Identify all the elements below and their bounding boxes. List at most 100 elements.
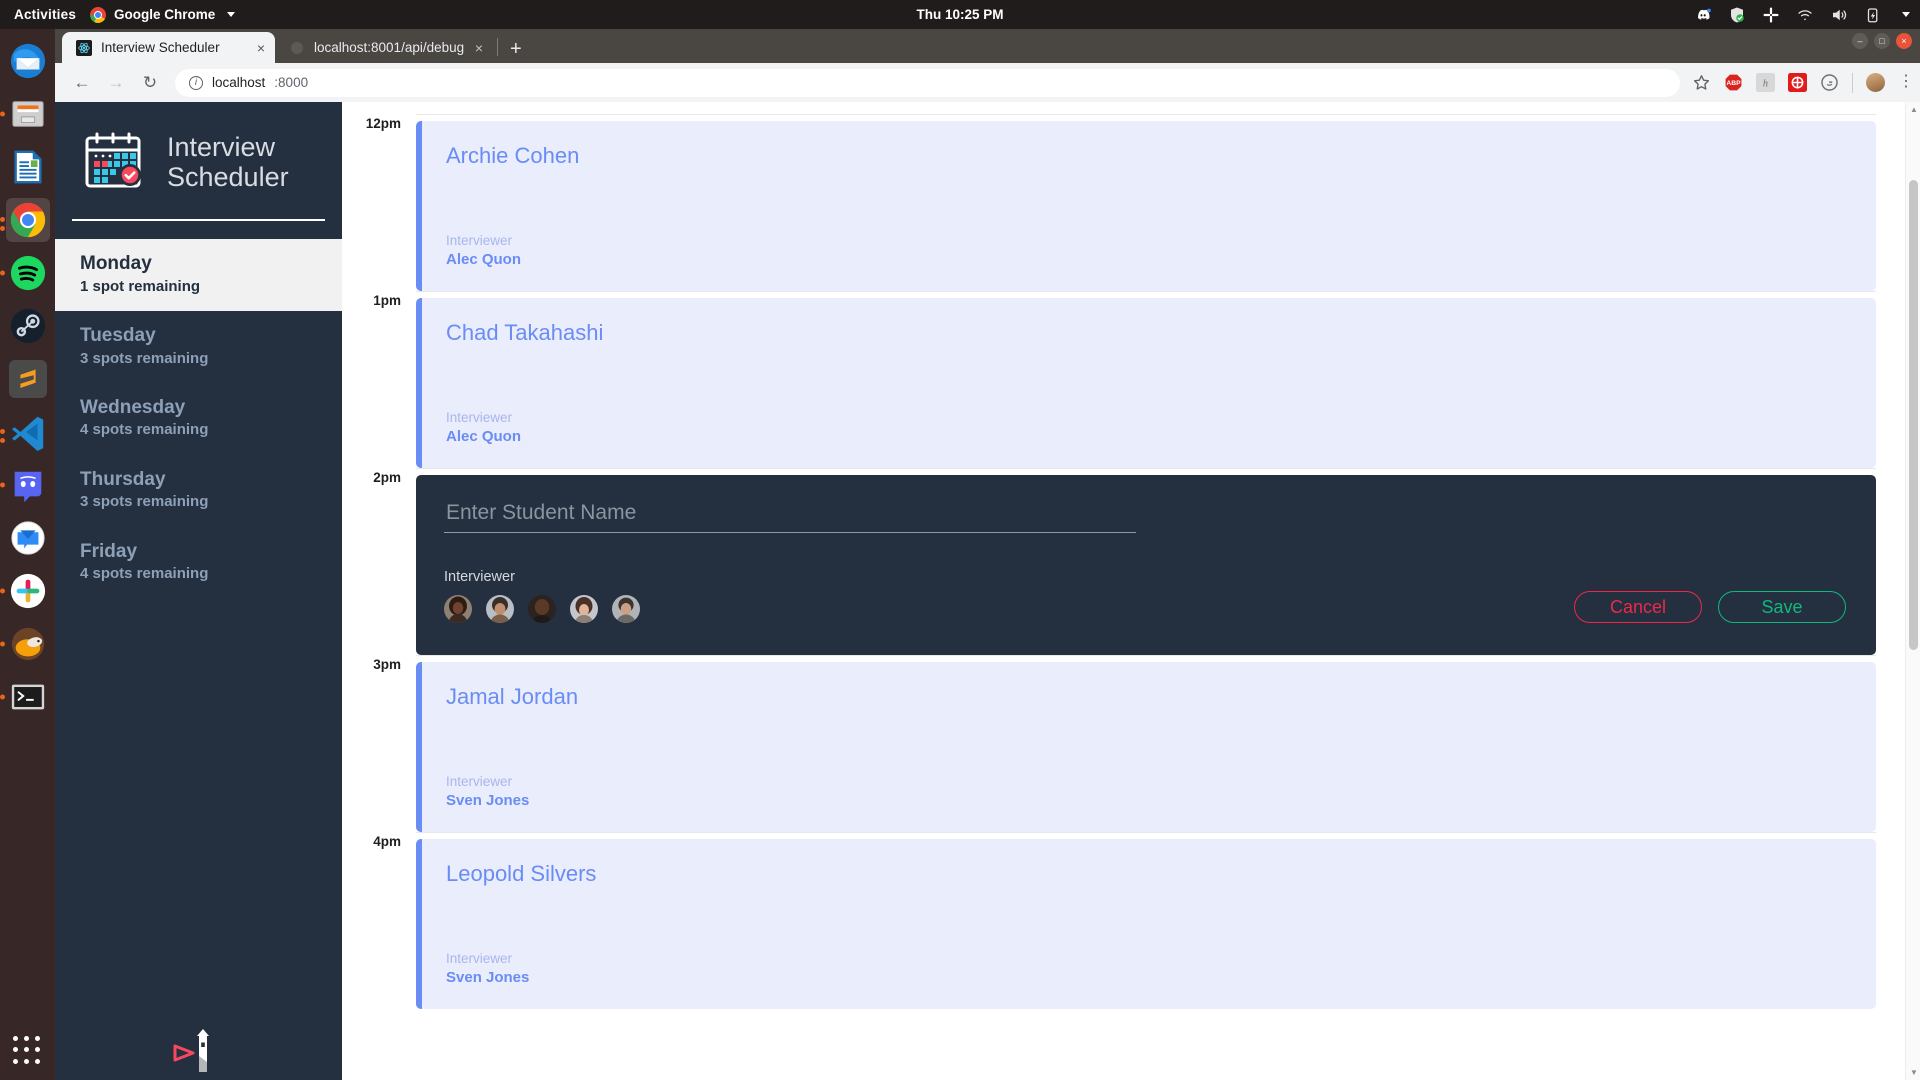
profile-avatar[interactable] [1866,73,1885,92]
system-menu-chevron-icon[interactable] [1902,12,1910,17]
libreoffice-writer-icon [13,150,42,184]
dock-item-libreoffice-writer[interactable] [6,145,50,189]
appointment-card-archie-cohen[interactable]: Archie Cohen Interviewer Alec Quon [416,121,1876,291]
scroll-up-arrow-icon[interactable]: ▲ [1910,105,1918,114]
brand-title: Interview Scheduler [167,132,289,192]
tab-title: localhost:8001/api/debug [314,40,465,55]
active-app-menu[interactable]: Google Chrome [90,6,236,23]
running-indicator [0,429,5,434]
interviewer-label: Interviewer [446,409,513,425]
tab-strip: Interview Scheduler × localhost:8001/api… [55,29,1920,63]
sidebar-item-thursday[interactable]: Thursday 3 spots remaining [55,455,342,527]
battery-charging-icon[interactable] [1864,6,1882,24]
new-tab-button[interactable]: + [500,39,532,63]
active-app-label: Google Chrome [114,7,216,22]
info-circle-icon[interactable]: i [189,75,203,90]
save-button[interactable]: Save [1718,591,1846,623]
sidebar-item-friday[interactable]: Friday 4 spots remaining [55,527,342,599]
clock[interactable]: Thu 10:25 PM [916,7,1003,22]
app-grid-dot [35,1047,41,1053]
omnibox-actions: ABP h ⋮ [1688,72,1914,93]
dock-item-spotify[interactable] [0,251,50,295]
steam-icon [10,308,45,344]
app-grid-dot [12,1036,18,1041]
reload-button[interactable]: ↻ [133,68,167,98]
scroll-down-arrow-icon[interactable]: ▼ [1910,1068,1918,1077]
tab-title: Interview Scheduler [101,40,220,55]
dock-item-hedgehog-app[interactable] [0,622,50,666]
slack-icon[interactable] [1762,6,1780,24]
day-name: Tuesday [80,324,156,346]
time-slot-12pm: 12pm Archie Cohen Interviewer Alec Quon [342,114,1920,291]
dock-item-google-chrome[interactable] [0,198,50,242]
dock-item-slack[interactable] [0,569,50,613]
interviewer-name: Sven Jones [446,968,530,986]
dock-item-visual-studio-code[interactable] [0,410,50,454]
interviewer-label: Interviewer [446,773,513,789]
honey-icon[interactable]: h [1756,73,1775,92]
wifi-icon[interactable] [1796,6,1814,24]
day-name: Thursday [80,468,166,490]
volume-icon[interactable] [1830,6,1848,24]
tab-interview-scheduler[interactable]: Interview Scheduler × [62,32,275,63]
appointment-student: Jamal Jordan [446,684,579,709]
svg-text:ABP: ABP [1726,80,1741,87]
chrome-menu-kebab-icon[interactable]: ⋮ [1898,74,1914,90]
student-name-input[interactable] [444,501,1136,533]
sidebar-item-tuesday[interactable]: Tuesday 3 spots remaining [55,311,342,383]
dock-item-steam[interactable] [6,304,50,348]
react-favicon-icon [76,39,92,56]
dock-item-mailspring[interactable] [6,516,50,560]
red-extension-icon[interactable] [1788,73,1807,92]
activities-button[interactable]: Activities [0,7,90,22]
dock-item-discord[interactable] [0,463,50,507]
interviewer-avatar-tori-malcolm[interactable] [486,595,514,623]
interviewer-avatar-cohana-roy[interactable] [570,595,598,623]
interviewer-avatar-sylvia-palmer[interactable] [444,595,472,623]
minimize-button[interactable]: – [1852,33,1868,49]
appointment-card-chad-takahashi[interactable]: Chad Takahashi Interviewer Alec Quon [416,298,1876,468]
scrollbar-thumb[interactable] [1909,180,1918,650]
day-spots: 3 spots remaining [80,349,209,367]
close-icon[interactable]: × [257,40,265,56]
dock-item-sublime-text[interactable] [6,357,50,401]
app-grid-dot [35,1036,41,1041]
cancel-button[interactable]: Cancel [1574,591,1702,623]
sidebar-item-wednesday[interactable]: Wednesday 4 spots remaining [55,383,342,455]
day-spots: 4 spots remaining [80,421,209,439]
maximize-button[interactable]: □ [1874,33,1890,49]
appointment-card-leopold-silvers[interactable]: Leopold Silvers Interviewer Sven Jones [416,839,1876,1009]
address-bar[interactable]: i localhost:8000 [175,68,1680,97]
chevron-down-icon [227,12,236,17]
bookmark-star-icon[interactable] [1692,73,1711,92]
mailspring-icon [10,521,45,555]
app-grid-dot [23,1047,29,1053]
interviewer-avatar-mildred-nazir[interactable] [528,595,556,623]
grammarly-icon[interactable] [1820,73,1839,92]
sidebar-item-monday[interactable]: Monday 1 spot remaining [55,239,342,311]
close-icon[interactable]: × [475,40,483,56]
back-button[interactable]: ← [65,68,99,98]
appointment-card-jamal-jordan[interactable]: Jamal Jordan Interviewer Sven Jones [416,662,1876,832]
running-indicator [0,270,5,276]
close-window-button[interactable]: × [1896,33,1912,49]
appointment-student: Archie Cohen [446,143,580,168]
dock-item-terminal[interactable] [0,675,50,719]
running-indicator [0,694,5,700]
sublime-text-icon [8,360,47,398]
dock-item-files[interactable] [0,92,50,136]
day-spots: 1 spot remaining [80,277,201,295]
interviewer-name: Alec Quon [446,427,522,445]
brand-divider [72,219,325,221]
forward-button[interactable]: → [99,68,133,98]
adblock-plus-icon[interactable]: ABP [1724,73,1743,92]
discord-icon[interactable] [1694,6,1712,24]
show-applications-button[interactable] [12,1036,43,1066]
spotify-icon [10,255,45,291]
svg-text:h: h [1763,78,1768,89]
interviewer-avatar-sven-jones[interactable] [612,595,640,623]
shield-check-icon[interactable] [1728,6,1746,24]
tab-localhost-api-debug[interactable]: localhost:8001/api/debug × [275,32,493,63]
dock-item-thunderbird[interactable] [6,39,50,83]
page-scrollbar[interactable]: ▲ ▼ [1905,102,1920,1080]
